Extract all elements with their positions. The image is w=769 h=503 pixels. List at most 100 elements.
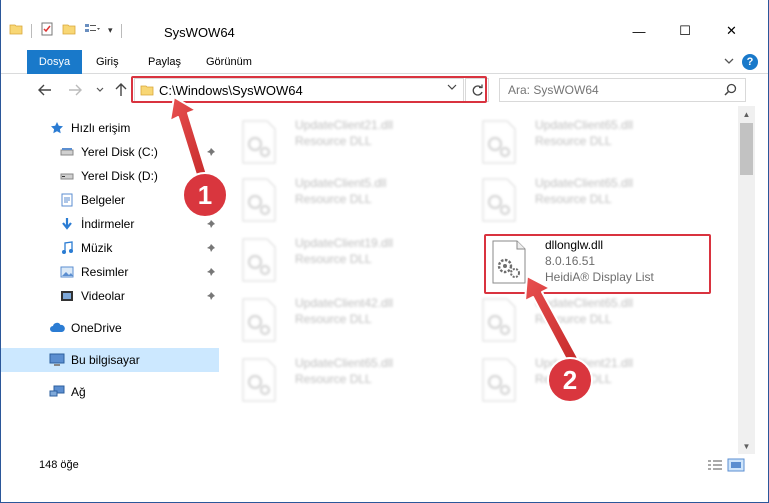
customize-toolbar-icon[interactable]: ▾ xyxy=(108,25,113,36)
file-type: Resource DLL xyxy=(295,134,372,148)
sidebar-item-downloads[interactable]: İndirmeler xyxy=(1,212,219,236)
sidebar-item-network[interactable]: Ağ xyxy=(1,380,219,404)
close-button[interactable]: ✕ xyxy=(708,16,755,46)
sidebar-item-videos[interactable]: Videolar xyxy=(1,284,219,308)
vertical-scrollbar[interactable]: ▲ ▼ xyxy=(738,106,755,454)
sidebar-item-label: İndirmeler xyxy=(81,217,135,231)
file-item[interactable]: UpdateClient19.dll Resource DLL xyxy=(229,232,449,288)
back-button[interactable] xyxy=(35,79,55,101)
expand-ribbon-icon[interactable] xyxy=(724,55,734,69)
file-name: UpdateClient65.dll xyxy=(295,356,394,370)
scroll-up-icon[interactable]: ▲ xyxy=(738,106,755,122)
back-arrow-icon xyxy=(38,84,51,96)
file-name: UpdateClient5.dll xyxy=(295,176,387,190)
dll-file-icon xyxy=(242,120,276,164)
sidebar-item-local-disk-d[interactable]: Yerel Disk (D:) xyxy=(1,164,219,188)
tab-home[interactable]: Giriş xyxy=(86,50,129,74)
quick-access-toolbar: ▾ xyxy=(9,22,122,39)
up-arrow-icon xyxy=(115,83,127,96)
file-name: UpdateClient65.dll xyxy=(535,296,634,310)
sidebar-item-label: Videolar xyxy=(81,289,125,303)
large-icons-view-icon[interactable] xyxy=(727,458,745,475)
pin-icon[interactable] xyxy=(206,218,216,232)
forward-arrow-icon xyxy=(69,84,82,96)
maximize-button[interactable]: ☐ xyxy=(662,16,708,46)
file-item[interactable]: UpdateClient65.dll Resource DLL xyxy=(469,172,689,228)
sidebar-item-label: OneDrive xyxy=(71,321,122,335)
help-icon[interactable]: ? xyxy=(742,54,758,70)
sidebar-item-documents[interactable]: Belgeler xyxy=(1,188,219,212)
file-type: Resource DLL xyxy=(295,252,372,266)
item-count: 148 öğe xyxy=(39,459,79,471)
file-name: UpdateClient19.dll xyxy=(295,236,394,250)
up-button[interactable] xyxy=(111,79,131,101)
separator xyxy=(31,23,32,38)
tab-share[interactable]: Paylaş xyxy=(138,50,191,74)
computer-icon xyxy=(49,352,65,368)
file-type: Resource DLL xyxy=(535,372,612,386)
sidebar-item-quick-access[interactable]: Hızlı erişim xyxy=(1,116,219,140)
file-item[interactable]: UpdateClient21.dll Resource DLL xyxy=(469,352,689,408)
properties-icon[interactable] xyxy=(40,22,54,39)
drive-icon xyxy=(59,168,75,184)
scroll-thumb[interactable] xyxy=(740,123,753,175)
file-type: Resource DLL xyxy=(535,312,612,326)
pin-icon[interactable] xyxy=(206,194,216,208)
new-folder-icon[interactable] xyxy=(62,22,76,39)
pin-icon[interactable] xyxy=(206,290,216,304)
cloud-icon xyxy=(49,320,65,336)
details-view-icon[interactable] xyxy=(707,458,723,475)
ribbon: Dosya Giriş Paylaş Görünüm ? xyxy=(1,46,768,74)
file-item[interactable]: UpdateClient42.dll Resource DLL xyxy=(229,292,449,348)
file-name: UpdateClient21.dll xyxy=(295,118,394,132)
file-item[interactable]: UpdateClient21.dll Resource DLL xyxy=(229,114,449,170)
pin-icon[interactable] xyxy=(206,266,216,280)
sidebar-item-label: Belgeler xyxy=(81,193,126,207)
ribbon-right-controls: ? xyxy=(724,54,758,70)
file-type: Resource DLL xyxy=(295,312,372,326)
minimize-button[interactable]: — xyxy=(616,16,662,46)
file-item[interactable]: UpdateClient65.dll Resource DLL xyxy=(469,292,689,348)
drive-icon xyxy=(59,144,75,160)
music-icon xyxy=(59,240,75,256)
search-box[interactable] xyxy=(499,78,746,102)
tab-view[interactable]: Görünüm xyxy=(196,50,262,74)
forward-button[interactable] xyxy=(65,79,85,101)
file-type: Resource DLL xyxy=(295,372,372,386)
file-name: UpdateClient42.dll xyxy=(295,296,394,310)
address-highlight-box xyxy=(131,76,487,103)
videos-icon xyxy=(59,288,75,304)
sidebar-item-label: Müzik xyxy=(81,241,113,255)
sidebar-item-label: Yerel Disk (D:) xyxy=(81,169,158,183)
pin-icon[interactable] xyxy=(206,242,216,256)
file-item[interactable]: UpdateClient5.dll Resource DLL xyxy=(229,172,449,228)
sidebar-item-music[interactable]: Müzik xyxy=(1,236,219,260)
list-view-icon[interactable] xyxy=(84,22,100,39)
dll-file-icon xyxy=(242,298,276,342)
pin-icon[interactable] xyxy=(206,146,216,160)
file-item[interactable]: UpdateClient65.dll Resource DLL xyxy=(229,352,449,408)
window-title: SysWOW64 xyxy=(164,25,235,40)
file-name: UpdateClient21.dll xyxy=(535,356,634,370)
status-bar: 148 öğe xyxy=(1,455,768,477)
scroll-down-icon[interactable]: ▼ xyxy=(738,438,755,454)
sidebar-item-label: Ağ xyxy=(71,385,86,399)
sidebar-item-pictures[interactable]: Resimler xyxy=(1,260,219,284)
network-icon xyxy=(49,384,65,400)
folder-icon xyxy=(9,22,23,39)
dll-file-icon xyxy=(242,238,276,282)
search-input[interactable] xyxy=(508,83,708,97)
sidebar-item-local-disk-c[interactable]: Yerel Disk (C:) xyxy=(1,140,219,164)
file-highlight-box xyxy=(484,234,711,294)
dll-file-icon xyxy=(482,178,516,222)
recent-locations-button[interactable] xyxy=(90,79,110,101)
sidebar-item-onedrive[interactable]: OneDrive xyxy=(1,316,219,340)
download-icon xyxy=(59,216,75,232)
sidebar-item-this-pc[interactable]: Bu bilgisayar xyxy=(1,348,219,372)
search-icon[interactable] xyxy=(724,83,737,99)
tab-file[interactable]: Dosya xyxy=(27,50,82,74)
file-name: UpdateClient65.dll xyxy=(535,176,634,190)
explorer-window: ▾ SysWOW64 — ☐ ✕ Dosya Giriş Paylaş Görü… xyxy=(0,0,769,503)
dll-file-icon xyxy=(482,120,516,164)
file-item[interactable]: UpdateClient65.dll Resource DLL xyxy=(469,114,689,170)
